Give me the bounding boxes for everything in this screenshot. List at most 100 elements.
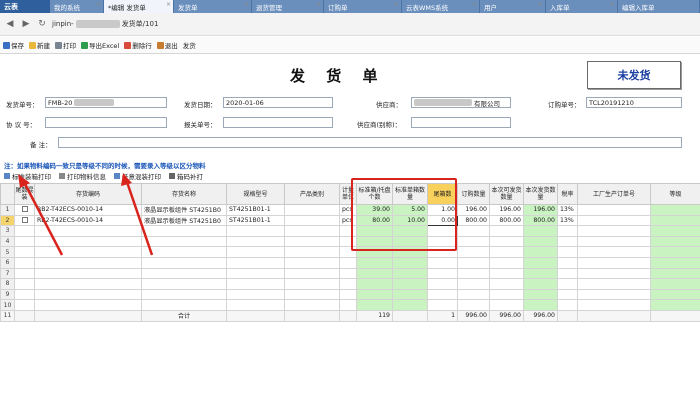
empty-cell[interactable] [577,256,651,269]
empty-cell[interactable] [141,256,227,269]
empty-cell[interactable] [650,288,700,301]
back-icon[interactable]: ◀ [4,18,16,30]
close-icon[interactable]: × [472,1,477,8]
order-qty-cell[interactable]: 196.00 [457,204,490,216]
table-row[interactable]: 7 [0,267,700,280]
checkbox[interactable] [21,216,28,223]
empty-cell[interactable] [523,299,558,311]
empty-cell[interactable] [523,288,558,301]
empty-cell[interactable] [284,246,340,258]
factory-order-cell[interactable] [577,204,651,216]
table-row[interactable]: 9 [0,288,700,301]
empty-cell[interactable] [226,235,285,248]
empty-cell[interactable] [356,278,393,290]
spec-cell[interactable]: ST4251B01-1 [226,214,285,227]
save-button[interactable]: 保存 [3,40,24,50]
empty-cell[interactable] [557,278,578,290]
tab-edit-inbound[interactable]: 编辑入库单 [618,0,700,13]
empty-cell[interactable] [141,267,227,280]
empty-cell[interactable] [427,225,458,237]
per-box-cell[interactable]: 5.00 [392,204,428,216]
doc-no-field[interactable]: FMB-20 [45,97,167,108]
empty-cell[interactable] [34,246,142,258]
empty-cell[interactable] [650,246,700,258]
empty-cell[interactable] [34,288,142,301]
close-icon[interactable]: × [166,1,171,8]
empty-cell[interactable] [141,299,227,311]
empty-cell[interactable] [14,267,35,280]
empty-cell[interactable] [427,267,458,280]
table-row[interactable]: 2 RB2-T42ECS-0010-14 液晶显示板组件 ST4251B0 ST… [0,214,700,227]
per-pallet-cell[interactable]: 80.00 [356,214,393,227]
empty-cell[interactable] [284,299,340,311]
factory-order-cell[interactable] [577,214,651,227]
empty-cell[interactable] [356,246,393,258]
empty-cell[interactable] [34,256,142,269]
empty-cell[interactable] [141,278,227,290]
empty-cell[interactable] [339,288,357,301]
remark-field[interactable] [58,137,682,148]
header-cell[interactable]: 存货名称 [141,183,227,205]
header-cell[interactable]: 标准箱/托盘个数 [356,183,393,205]
empty-cell[interactable] [457,267,490,280]
tab-returns[interactable]: 退货管理 × [252,0,324,13]
header-cell[interactable]: 计量单位 [339,183,357,205]
header-cell[interactable]: 工厂生产订单号 [577,183,651,205]
empty-cell[interactable] [557,288,578,301]
category-cell[interactable] [284,214,340,227]
empty-cell[interactable] [226,246,285,258]
empty-cell[interactable] [141,235,227,248]
customs-no-field[interactable] [223,117,333,128]
empty-cell[interactable] [14,246,35,258]
empty-cell[interactable] [457,288,490,301]
empty-cell[interactable] [356,235,393,248]
forward-icon[interactable]: ▶ [20,18,32,30]
empty-cell[interactable] [34,235,142,248]
empty-cell[interactable] [489,235,524,248]
can-ship-cell[interactable]: 800.00 [489,214,524,227]
mixed-checkbox-cell[interactable] [14,204,35,216]
empty-cell[interactable] [284,288,340,301]
table-row[interactable]: 10 [0,299,700,311]
empty-cell[interactable] [557,267,578,280]
ship-button[interactable]: 发货 [183,40,196,50]
empty-cell[interactable] [457,256,490,269]
empty-cell[interactable] [226,225,285,237]
material-print-button[interactable]: 打印物料信息 [59,171,106,181]
order-no-field[interactable]: TCL20191210 [586,97,682,108]
empty-cell[interactable] [577,235,651,248]
print-button[interactable]: 打印 [55,40,76,50]
empty-cell[interactable] [392,235,428,248]
empty-cell[interactable] [457,246,490,258]
tab-wms[interactable]: 云表WMS系统 × [402,0,480,13]
empty-cell[interactable] [284,278,340,290]
table-row[interactable]: 4 [0,235,700,248]
empty-cell[interactable] [650,235,700,248]
tail-reprint-button[interactable]: 箱码补打 [169,171,203,181]
empty-cell[interactable] [14,278,35,290]
empty-cell[interactable] [427,235,458,248]
empty-cell[interactable] [489,225,524,237]
empty-cell[interactable] [557,256,578,269]
tab-purchase-order[interactable]: 订购单 × [324,0,402,13]
supplier-field[interactable]: 有限公司 [411,97,511,108]
empty-cell[interactable] [284,256,340,269]
supplier-alias-field[interactable] [411,117,511,128]
export-excel-button[interactable]: 导出Excel [81,40,119,50]
tax-cell[interactable]: 13% [557,204,578,216]
empty-cell[interactable] [577,278,651,290]
empty-cell[interactable] [650,256,700,269]
empty-cell[interactable] [577,267,651,280]
empty-cell[interactable] [14,235,35,248]
code-cell[interactable]: RB2-T42ECS-0010-14 [34,214,142,227]
table-row[interactable]: 8 [0,278,700,290]
header-cell[interactable]: 本次发货数量 [523,183,558,205]
close-icon[interactable]: × [96,1,101,8]
close-icon[interactable]: × [610,1,615,8]
empty-cell[interactable] [34,267,142,280]
empty-cell[interactable] [650,267,700,280]
empty-cell[interactable] [284,267,340,280]
empty-cell[interactable] [339,225,357,237]
empty-cell[interactable] [392,278,428,290]
empty-cell[interactable] [457,278,490,290]
